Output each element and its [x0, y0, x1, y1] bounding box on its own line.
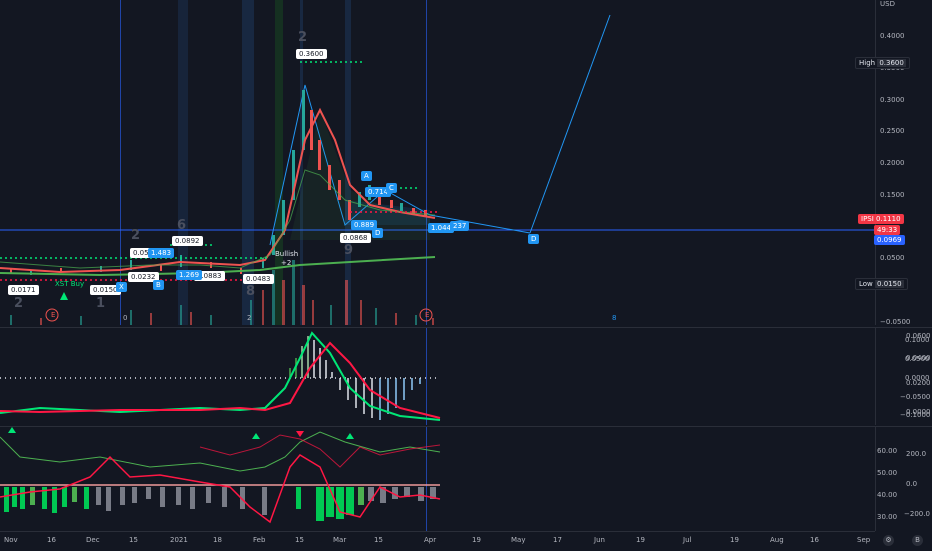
time-label: 16 [810, 536, 819, 544]
osc-left-tick: 60.00 [877, 447, 898, 455]
bar-count-label: 2 [247, 314, 252, 322]
secondary-price-badge: 0.0969 [874, 235, 905, 245]
current-price-badge: IPSI 0.1110 [858, 214, 904, 224]
high-badge: High 0.3600 [855, 57, 910, 69]
osc-left-tick: 30.00 [877, 513, 898, 521]
osc-right-tick: 200.0 [906, 450, 927, 458]
time-label: Apr [424, 536, 437, 544]
auto-scale-button[interactable]: B [912, 535, 923, 546]
osc-right-tick: −200.0 [904, 510, 930, 518]
wave-count: 2 [298, 30, 308, 45]
price-tick: 0.2000 [880, 159, 905, 167]
earnings-marker[interactable]: E [48, 310, 58, 320]
fib-ratio-label: 1.269 [176, 270, 203, 280]
macd-right-tick: −0.0500 [900, 393, 931, 401]
oscillator-pane[interactable] [0, 426, 875, 531]
candlesticks[interactable] [10, 90, 427, 275]
bar-count-label: 8 [612, 314, 617, 322]
bar-count-label: 0 [123, 314, 128, 322]
macd-right-tick: 0.0500 [905, 355, 930, 363]
wave-count: 1 [96, 296, 106, 311]
macd-pane[interactable] [0, 327, 875, 425]
time-label: 19 [636, 536, 645, 544]
signal-label: XST Buy [55, 280, 85, 288]
fib-ratio-label: 237 [450, 221, 470, 231]
signal-label: +2 [281, 259, 292, 267]
time-label: Dec [86, 536, 100, 544]
main-price-pane[interactable]: 0.3600 0.0171 0.0150 0.0232 0.0500 0.089… [0, 0, 875, 325]
wave-count: 6 [177, 218, 187, 233]
time-label: 15 [374, 536, 383, 544]
price-tick: −0.0500 [880, 318, 911, 326]
time-label: Aug [770, 536, 784, 544]
oscillator-chart-svg [0, 427, 441, 531]
time-label: 16 [47, 536, 56, 544]
time-label: Jun [594, 536, 605, 544]
price-label: 0.0483 [243, 274, 274, 284]
volume-bars [10, 260, 434, 325]
time-label: 15 [295, 536, 304, 544]
time-label: 15 [129, 536, 138, 544]
time-label: 19 [730, 536, 739, 544]
price-tick: 0.4000 [880, 32, 905, 40]
pattern-point-x: X [116, 282, 127, 292]
pattern-point-c: C [386, 183, 397, 193]
time-label: Nov [4, 536, 18, 544]
wave-count: 9 [344, 243, 354, 258]
time-label: 18 [213, 536, 222, 544]
pattern-point-d: D [372, 228, 384, 238]
price-label: 0.0171 [8, 285, 39, 295]
osc-left-tick: 40.00 [877, 491, 898, 499]
wave-count: 8 [246, 284, 256, 299]
macd-chart-svg [0, 328, 441, 425]
macd-right-tick: −0.1000 [900, 411, 931, 419]
time-label: Sep [857, 536, 871, 544]
price-label: 0.0892 [172, 236, 203, 246]
gear-icon[interactable]: ⚙ [883, 535, 894, 546]
price-tick: 0.0500 [880, 254, 905, 262]
time-label: May [511, 536, 526, 544]
price-tick: 0.2500 [880, 127, 905, 135]
time-label: Feb [253, 536, 266, 544]
price-label: 0.0868 [340, 233, 371, 243]
time-label: 17 [553, 536, 562, 544]
peak-price-label: 0.3600 [296, 49, 327, 59]
time-axis[interactable]: Nov 16 Dec 15 2021 18 Feb 15 Mar 15 Apr … [0, 531, 875, 551]
price-tick: 0.3000 [880, 96, 905, 104]
low-badge: Low 0.0150 [855, 278, 908, 290]
fib-ratio-label: 1.483 [148, 248, 175, 258]
price-axis[interactable]: USD 0.4000 0.3500 0.3000 0.2500 0.2000 0… [875, 0, 932, 326]
countdown-badge: 49:33 [874, 225, 901, 235]
macd-right-tick: 0.1000 [905, 336, 930, 344]
osc-left-tick: 50.00 [877, 469, 898, 477]
currency-label: USD [880, 0, 895, 8]
time-label: Jul [683, 536, 692, 544]
price-tick: 0.1500 [880, 191, 905, 199]
oscillator-axis[interactable]: 60.00 50.00 40.00 30.00 200.0 0.0 −200.0 [875, 426, 932, 531]
time-label: 2021 [170, 536, 188, 544]
time-label: 19 [472, 536, 481, 544]
wave-count: 2 [131, 228, 141, 243]
pattern-point-d-projected: D [528, 234, 540, 244]
osc-right-tick: 0.0 [906, 480, 918, 488]
pattern-point-b: B [153, 280, 164, 290]
pattern-point-a: A [361, 171, 372, 181]
time-label: Mar [333, 536, 347, 544]
macd-right-tick: 0.0000 [905, 374, 930, 382]
earnings-marker[interactable]: E [422, 310, 432, 320]
wave-count: 2 [14, 296, 24, 311]
